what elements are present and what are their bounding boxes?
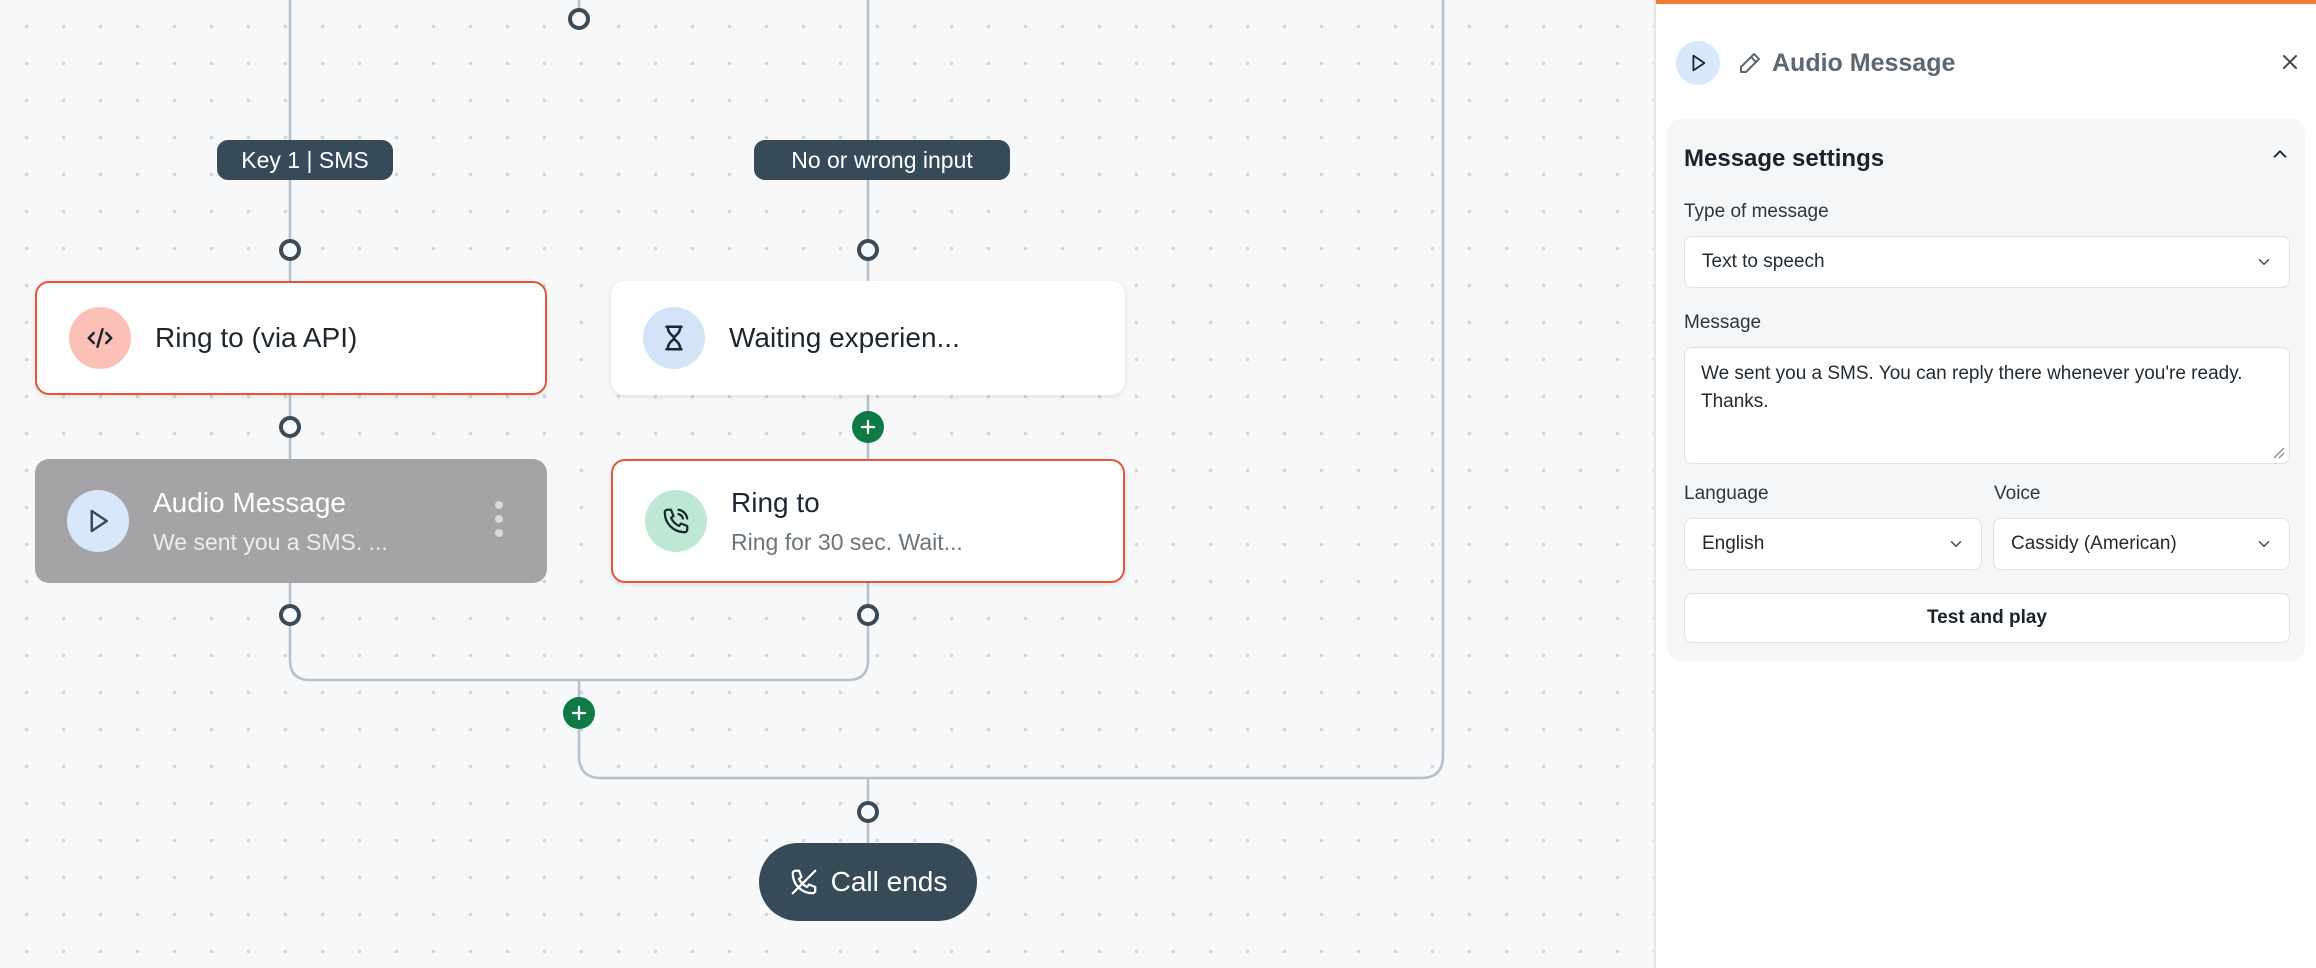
- close-icon[interactable]: [2278, 50, 2302, 74]
- chevron-down-icon: [2258, 259, 2270, 265]
- voice-select[interactable]: Cassidy (American): [1993, 518, 2290, 570]
- connector-dot[interactable]: [857, 801, 879, 823]
- voice-label: Voice: [1994, 483, 2041, 504]
- edge-label-text: No or wrong input: [791, 146, 973, 173]
- phone-hangup-icon: [791, 869, 816, 895]
- node-title: Ring to: [731, 486, 820, 518]
- resize-handle-icon[interactable]: [2271, 445, 2285, 459]
- node-subtitle: We sent you a SMS. ...: [153, 528, 388, 555]
- more-options-icon[interactable]: [495, 501, 503, 543]
- call-ends-label: Call ends: [830, 866, 948, 897]
- add-step-button[interactable]: [852, 411, 884, 443]
- node-title: Audio Message: [153, 486, 347, 518]
- node-ring-to-api[interactable]: Ring to (via API): [35, 281, 547, 395]
- connector-dot[interactable]: [568, 8, 590, 30]
- select-value: English: [1702, 533, 1765, 554]
- node-audio-message[interactable]: Audio Message We sent you a SMS. ...: [35, 459, 547, 583]
- chevron-up-icon[interactable]: [2269, 143, 2291, 165]
- flow-canvas[interactable]: Key 1 | SMS No or wrong input Ring to (v…: [0, 0, 1654, 968]
- panel-title[interactable]: Audio Message: [1772, 49, 1955, 78]
- connector-dot[interactable]: [279, 416, 301, 438]
- language-select[interactable]: English: [1684, 518, 1982, 570]
- edge-label-no-input: No or wrong input: [754, 140, 1010, 180]
- panel-accent-bar: [1656, 0, 2316, 4]
- plus-icon: [860, 419, 876, 435]
- phone-ring-icon: [645, 490, 707, 552]
- type-of-message-select[interactable]: Text to speech: [1684, 236, 2290, 288]
- connector-dot[interactable]: [857, 239, 879, 261]
- chevron-down-icon: [2258, 541, 2270, 547]
- node-waiting-experience[interactable]: Waiting experien...: [611, 281, 1125, 395]
- select-value: Cassidy (American): [2011, 533, 2177, 554]
- play-icon[interactable]: [1676, 41, 1720, 85]
- type-of-message-label: Type of message: [1684, 201, 1829, 222]
- plus-icon: [571, 705, 587, 721]
- chevron-down-icon: [1950, 541, 1962, 547]
- message-label: Message: [1684, 312, 1762, 333]
- add-step-button[interactable]: [563, 697, 595, 729]
- connector-dot[interactable]: [857, 604, 879, 626]
- connector-dot[interactable]: [279, 239, 301, 261]
- call-ends-node[interactable]: Call ends: [759, 843, 977, 921]
- play-icon: [67, 490, 129, 552]
- section-title: Message settings: [1684, 145, 1885, 172]
- test-and-play-button[interactable]: Test and play: [1684, 593, 2290, 643]
- message-textarea[interactable]: We sent you a SMS. You can reply there w…: [1684, 347, 2290, 464]
- node-title: Ring to (via API): [155, 322, 358, 353]
- connector-dot[interactable]: [279, 604, 301, 626]
- message-settings-section: Message settings Type of message Text to…: [1667, 119, 2305, 661]
- button-label: Test and play: [1926, 607, 2047, 628]
- edge-label-text: Key 1 | SMS: [241, 146, 369, 173]
- panel-header: Audio Message: [1666, 40, 2306, 86]
- pencil-icon[interactable]: [1738, 51, 1762, 75]
- node-ring-to[interactable]: Ring to Ring for 30 sec. Wait...: [611, 459, 1125, 583]
- code-icon: [69, 307, 131, 369]
- node-subtitle: Ring for 30 sec. Wait...: [731, 528, 963, 555]
- language-label: Language: [1684, 483, 1769, 504]
- message-text: We sent you a SMS. You can reply there w…: [1701, 363, 2243, 412]
- hourglass-icon: [643, 307, 705, 369]
- properties-panel: Audio Message Message settings Type of m…: [1654, 0, 2316, 968]
- select-value: Text to speech: [1702, 251, 1825, 272]
- node-title: Waiting experien...: [729, 322, 960, 353]
- edge-label-key1: Key 1 | SMS: [217, 140, 393, 180]
